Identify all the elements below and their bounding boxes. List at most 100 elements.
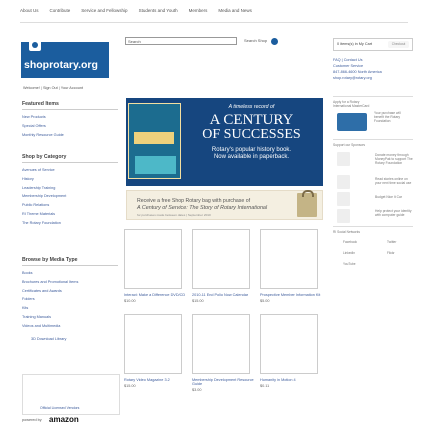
product-card[interactable]: Rotary Video Magazine 3.2 $15.00 — [124, 314, 194, 388]
sponsor-logo — [337, 175, 350, 189]
top-navigation: About Us Contribute Service and Fellowsh… — [20, 8, 252, 22]
product-card[interactable]: Prospective Member Information Kit $5.00 — [260, 229, 330, 303]
category-public-relations[interactable]: Public Relations — [22, 201, 118, 210]
century-book-banner[interactable]: A timeless record of A CENTURY OF SUCCES… — [126, 98, 323, 186]
banner-copy: A timeless record of A CENTURY OF SUCCES… — [184, 100, 319, 160]
product-card[interactable]: 2010-11 End Polio Now Calendar $15.00 — [192, 229, 262, 303]
youtube-link[interactable]: YouTube — [343, 262, 356, 266]
book-cover-image — [128, 103, 181, 179]
promo-line-1: Receive a free Shop Rotary bag with purc… — [137, 198, 251, 204]
featured-items-heading: Featured Items — [22, 101, 118, 110]
official-vendors-box: Official Licensed Vendors — [22, 374, 120, 415]
nav-media-news[interactable]: Media and News — [218, 8, 252, 22]
account-links: Welcome! | Sign Out | Your Account — [23, 86, 84, 90]
cart-count-text[interactable]: 0 items(s) in My Cart — [337, 42, 372, 46]
product-price: $3.00 — [192, 388, 202, 392]
logo-text: shoprotary.org — [24, 59, 98, 71]
shop-logo[interactable]: shoprotary.org — [21, 35, 109, 78]
banner-small-text: A timeless record of — [228, 104, 275, 110]
nav-contribute[interactable]: Contribute — [50, 8, 71, 22]
product-thumbnail — [192, 314, 250, 374]
sponsor-logo — [337, 192, 350, 206]
product-price: $10.00 — [124, 299, 136, 303]
product-thumbnail — [124, 229, 182, 289]
product-thumbnail — [260, 229, 318, 289]
product-title[interactable]: Rotary Video Magazine 3.2 — [124, 378, 194, 382]
product-title[interactable]: Prospective Member Information Kit — [260, 293, 330, 297]
category-foundation[interactable]: The Rotary Foundation — [22, 219, 118, 228]
media-books[interactable]: Books — [22, 269, 118, 278]
product-card[interactable]: Membership Development Resource Guide $3… — [192, 314, 262, 392]
your-account-link[interactable]: Your Account — [61, 86, 83, 90]
shopping-bag-icon — [29, 35, 41, 51]
product-thumbnail — [260, 314, 318, 374]
featured-items-section: Featured Items New Products Special Offe… — [22, 101, 118, 139]
flickr-link[interactable]: Flickr — [387, 251, 395, 255]
nav-service-fellowship[interactable]: Service and Fellowship — [81, 8, 127, 22]
shop-category-section: Shop by Category Avenues of Service Hist… — [22, 154, 118, 228]
product-title[interactable]: Humanity in Motion 4 — [260, 378, 330, 382]
search-area: Search Search Shop — [125, 36, 281, 48]
media-3d-library[interactable]: 3D Download Library — [22, 335, 118, 344]
cart-summary: 0 items(s) in My Cart Checkout — [333, 38, 413, 51]
promo-line-2: A Century of Service: The Story of Rotar… — [137, 205, 268, 211]
category-history[interactable]: History — [22, 175, 118, 184]
welcome-text: Welcome! — [23, 86, 40, 90]
media-kits[interactable]: Kits — [22, 304, 118, 313]
media-type-section: Browse by Media Type Books Brochures and… — [22, 257, 118, 343]
search-input[interactable]: Search — [125, 37, 237, 45]
sponsor-text[interactable]: Donate money through MoneyPak to support… — [375, 153, 413, 165]
sponsors-section: Support our Sponsors Donate money throug… — [333, 139, 413, 226]
category-theme-materials[interactable]: RI Theme Materials — [22, 210, 118, 219]
powered-by-text: powered by — [22, 418, 42, 422]
product-title[interactable]: 2010-11 End Polio Now Calendar — [192, 293, 262, 297]
checkout-button[interactable]: Checkout — [388, 41, 409, 48]
linkedin-link[interactable]: LinkedIn — [343, 251, 355, 255]
promo-line-3: for purchases made between dates | Septe… — [137, 213, 211, 217]
featured-new-products[interactable]: New Products — [22, 113, 118, 122]
product-title[interactable]: Interact: Make a Difference DVD/CD — [124, 293, 194, 297]
help-links: FAQ | Contact Us Customer Service 847-86… — [333, 57, 413, 81]
page: About Us Contribute Service and Fellowsh… — [0, 0, 422, 432]
email-link[interactable]: shop.rotary@rotary.org — [333, 75, 413, 81]
product-price: $15.00 — [192, 299, 204, 303]
featured-special-offers[interactable]: Special Offers — [22, 122, 118, 131]
product-price: $15.00 — [124, 384, 136, 388]
media-videos[interactable]: Videos and Multimedia — [22, 322, 118, 331]
category-avenues[interactable]: Avenues of Service — [22, 166, 118, 175]
nav-about-us[interactable]: About Us — [20, 8, 39, 22]
category-membership[interactable]: Membership Development — [22, 192, 118, 201]
banner-description-line-2: Now available in paperback. — [213, 154, 290, 160]
rotary-bag-image — [297, 190, 317, 217]
media-training-manuals[interactable]: Training Manuals — [22, 313, 118, 322]
official-vendors-link[interactable]: Official Licensed Vendors — [40, 406, 79, 410]
product-thumbnail — [192, 229, 250, 289]
sponsor-logo — [337, 209, 350, 223]
category-heading: Shop by Category — [22, 154, 118, 163]
media-brochures[interactable]: Brochures and Promotional Items — [22, 278, 118, 287]
free-bag-promo[interactable]: Receive a free Shop Rotary bag with purc… — [126, 190, 323, 220]
mastercard-promo[interactable]: Apply for a Rotary International MasterC… — [333, 96, 413, 139]
category-leadership[interactable]: Leadership Training — [22, 184, 118, 193]
sponsor-text[interactable]: Help protect your identity with computer… — [375, 209, 413, 217]
sponsor-text[interactable]: Read stories online on your next time so… — [375, 177, 413, 185]
media-certificates[interactable]: Certificates and Awards — [22, 287, 118, 296]
mastercard-title: Apply for a Rotary International MasterC… — [333, 100, 370, 108]
twitter-link[interactable]: Twitter — [387, 240, 396, 244]
banner-title-line-2: OF SUCCESSES — [202, 127, 301, 142]
featured-monthly-guide[interactable]: Monthly Resource Guide — [22, 131, 118, 140]
product-card[interactable]: Humanity in Motion 4 $0.11 — [260, 314, 330, 388]
search-icon[interactable] — [271, 38, 278, 45]
product-card[interactable]: Interact: Make a Difference DVD/CD $10.0… — [124, 229, 194, 303]
right-column: 0 items(s) in My Cart Checkout FAQ | Con… — [333, 38, 413, 273]
mastercard-description: Your purchase will benefit the Rotary Fo… — [374, 111, 401, 123]
facebook-link[interactable]: Facebook — [343, 240, 357, 244]
product-title[interactable]: Membership Development Resource Guide — [192, 378, 262, 386]
media-folders[interactable]: Folders — [22, 295, 118, 304]
sponsor-text[interactable]: Budget Nice It Car — [375, 195, 413, 199]
sign-out-link[interactable]: Sign Out — [43, 86, 58, 90]
nav-students-youth[interactable]: Students and Youth — [139, 8, 178, 22]
social-networks: RI Social Networks Facebook Twitter Link… — [333, 226, 413, 273]
nav-members[interactable]: Members — [189, 8, 208, 22]
product-price: $0.11 — [260, 384, 270, 388]
